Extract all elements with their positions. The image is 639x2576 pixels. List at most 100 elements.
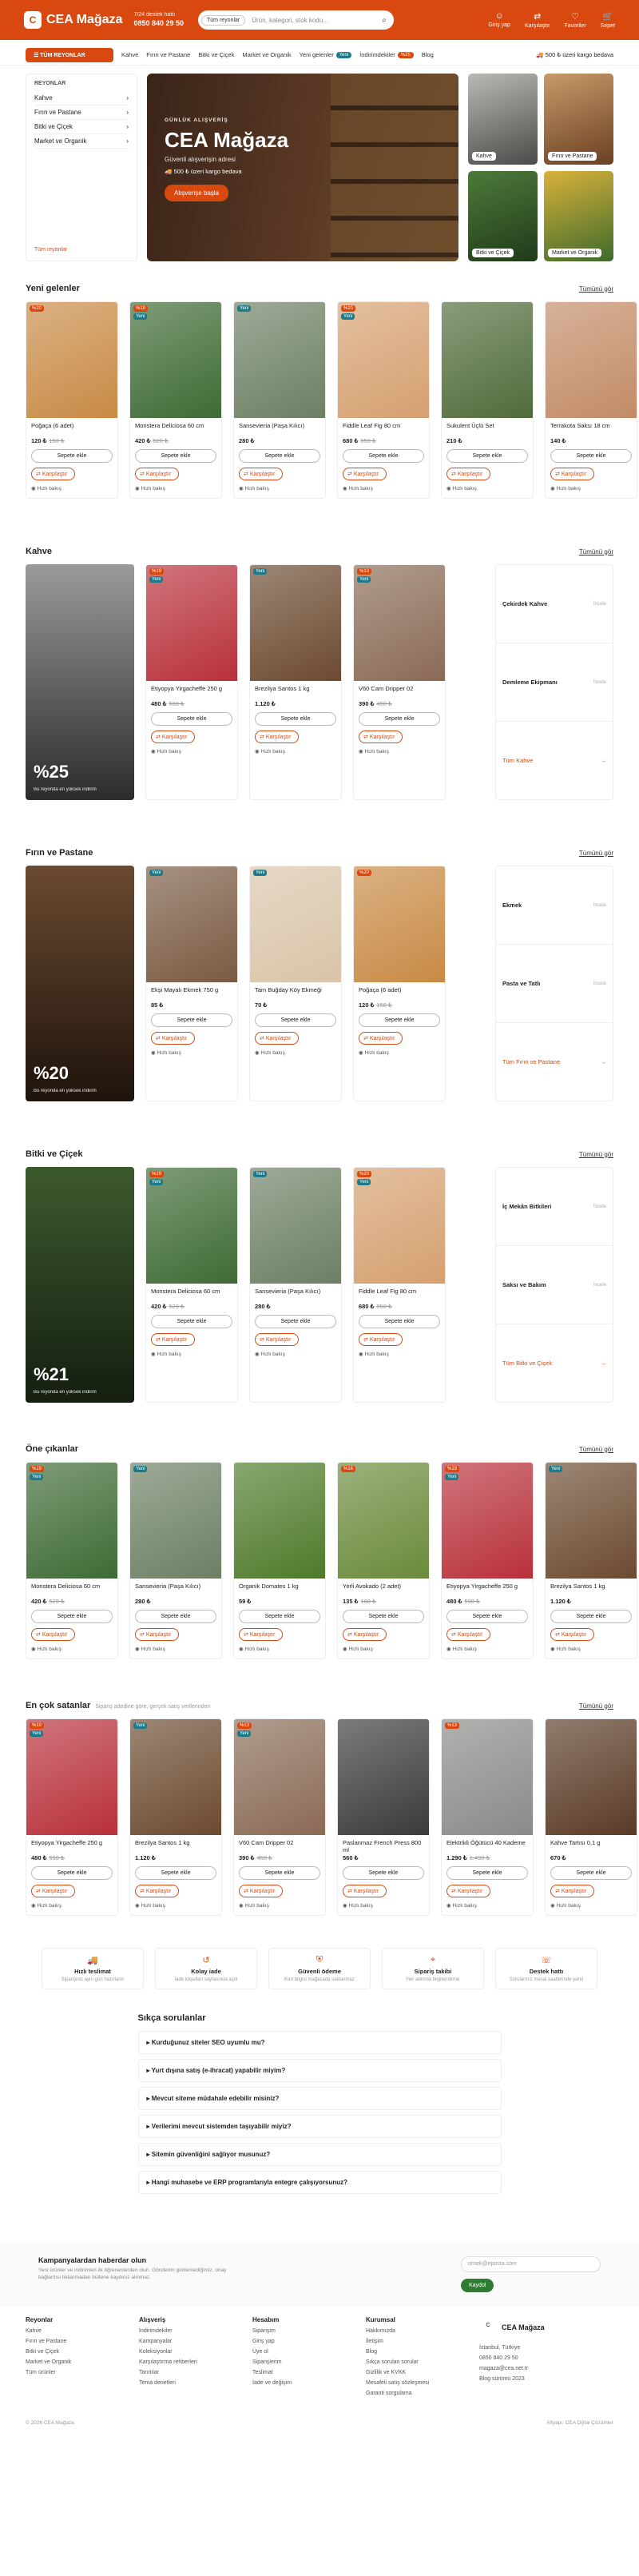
product-card[interactable]: Yeni Sansevieria (Paşa Kılıcı) 280 ₺ Sepete… bbox=[129, 1462, 222, 1659]
product-name[interactable]: Organik Domates 1 kg bbox=[234, 1579, 325, 1598]
footer-link[interactable]: Kampanyalar bbox=[139, 2339, 252, 2344]
product-card[interactable]: Paslanmaz French Press 800 ml 560 ₺ Sepete… bbox=[337, 1718, 430, 1916]
sepet-action[interactable]: 🛒 Sepet bbox=[601, 11, 615, 29]
product-name[interactable]: Monstera Deliciosa 60 cm bbox=[146, 1284, 237, 1303]
product-image[interactable]: %13 bbox=[442, 1719, 533, 1835]
subcategory-link[interactable]: Çekirdek Kahve İncele bbox=[496, 565, 613, 643]
add-to-cart-button[interactable]: Sepete ekle bbox=[31, 1610, 113, 1623]
product-card[interactable]: Sukulent Üçlü Set 210 ₺ Sepete ekle ⇄ Karşı… bbox=[441, 301, 534, 499]
product-card[interactable]: %20 Yeni Fiddle Leaf Fig 80 cm 680 ₺ 850 ₺ Se… bbox=[353, 1167, 446, 1403]
add-to-cart-button[interactable]: Sepete ekle bbox=[550, 1610, 632, 1623]
product-image[interactable]: %19 Yeni bbox=[26, 1463, 117, 1579]
compare-button[interactable]: ⇄ Karşılaştır bbox=[343, 468, 387, 480]
compare-button[interactable]: ⇄ Karşılaştır bbox=[343, 1885, 387, 1897]
product-image[interactable]: %19 Yeni bbox=[442, 1463, 533, 1579]
compare-button[interactable]: ⇄ Karşılaştır bbox=[31, 1628, 75, 1641]
product-card[interactable]: %19 Yeni Monstera Deliciosa 60 cm 420 ₺ 520 … bbox=[145, 1167, 238, 1403]
subcategory-link[interactable]: İç Mekân Bitkileri İncele bbox=[496, 1168, 613, 1246]
add-to-cart-button[interactable]: Sepete ekle bbox=[31, 449, 113, 463]
coffee-promo-banner[interactable]: %25 Bu reyonda en yüksek indirim bbox=[26, 564, 134, 800]
compare-button[interactable]: ⇄ Karşılaştır bbox=[550, 1628, 594, 1641]
bakery-promo-banner[interactable]: %20 Bu reyonda en yüksek indirim bbox=[26, 866, 134, 1101]
product-image[interactable]: Yeni bbox=[250, 565, 341, 681]
support-phone[interactable]: 7/24 destek hattı 0850 840 29 50 bbox=[133, 12, 184, 28]
compare-button[interactable]: ⇄ Karşılaştır bbox=[135, 468, 179, 480]
plants-promo-banner[interactable]: %21 Bu reyonda en yüksek indirim bbox=[26, 1167, 134, 1403]
add-to-cart-button[interactable]: Sepete ekle bbox=[550, 449, 632, 463]
see-all-link[interactable]: Tümünü gör bbox=[579, 850, 613, 857]
quick-view-link[interactable]: ◉ Hızlı bakış bbox=[26, 1897, 117, 1915]
product-image[interactable]: Yeni bbox=[130, 1463, 221, 1579]
compare-button[interactable]: ⇄ Karşılaştır bbox=[359, 1032, 403, 1045]
add-to-cart-button[interactable]: Sepete ekle bbox=[255, 1315, 336, 1328]
product-card[interactable]: Yeni Tam Buğday Köy Ekmeği 70 ₺ Sepete ekle… bbox=[249, 866, 342, 1101]
nav-yeni[interactable]: Yeni gelenler Yeni bbox=[300, 51, 352, 58]
product-card[interactable]: %20 Yeni Fiddle Leaf Fig 80 cm 680 ₺ 850 ₺ Se… bbox=[337, 301, 430, 499]
product-card[interactable]: %19 Yeni Monstera Deliciosa 60 cm 420 ₺ 520 … bbox=[129, 301, 222, 499]
add-to-cart-button[interactable]: Sepete ekle bbox=[239, 1610, 320, 1623]
compare-button[interactable]: ⇄ Karşılaştır bbox=[550, 1885, 594, 1897]
quick-view-link[interactable]: ◉ Hızlı bakış bbox=[130, 1897, 221, 1915]
sidebar-item-market[interactable]: Market ve Organik › bbox=[34, 134, 129, 149]
all-departments-button[interactable]: ☰ TÜM REYONLAR bbox=[26, 47, 113, 62]
product-image[interactable] bbox=[546, 302, 637, 418]
compare-button[interactable]: ⇄ Karşılaştır bbox=[135, 1628, 179, 1641]
product-name[interactable]: Monstera Deliciosa 60 cm bbox=[26, 1579, 117, 1598]
category-tile-bitki[interactable]: Bitki ve Çiçek bbox=[468, 170, 538, 261]
product-card[interactable]: Organik Domates 1 kg 59 ₺ Sepete ekle ⇄ Kar… bbox=[233, 1462, 326, 1659]
see-all-link[interactable]: Tümünü gör bbox=[579, 1702, 613, 1710]
compare-button[interactable]: ⇄ Karşılaştır bbox=[31, 1885, 75, 1897]
footer-link[interactable]: Mesafeli satış sözleşmesi bbox=[366, 2380, 479, 2386]
footer-link[interactable]: Üye ol bbox=[252, 2349, 366, 2355]
product-card[interactable]: Terrakota Saksı 18 cm 140 ₺ Sepete ekle ⇄ K… bbox=[545, 301, 637, 499]
add-to-cart-button[interactable]: Sepete ekle bbox=[343, 1610, 424, 1623]
footer-link[interactable]: Siparişim bbox=[252, 2328, 366, 2334]
compare-button[interactable]: ⇄ Karşılaştır bbox=[255, 731, 299, 743]
add-to-cart-button[interactable]: Sepete ekle bbox=[135, 1610, 216, 1623]
hero-cta-button[interactable]: Alışverişe başla bbox=[165, 185, 229, 201]
product-name[interactable]: Paslanmaz French Press 800 ml bbox=[338, 1835, 429, 1854]
product-name[interactable]: Poğaça (6 adet) bbox=[354, 982, 445, 1001]
product-image[interactable]: %20 bbox=[354, 866, 445, 982]
footer-link[interactable]: Garanti sorgulama bbox=[366, 2391, 479, 2396]
footer-link[interactable]: Market ve Organik bbox=[26, 2359, 139, 2365]
faq-item[interactable]: ▸ Verilerimi mevcut sistemden taşıyabili… bbox=[137, 2115, 502, 2138]
footer-logo[interactable]: C CEA Mağaza bbox=[479, 2316, 593, 2339]
product-card[interactable]: %19 Yeni Monstera Deliciosa 60 cm 420 ₺ 520 … bbox=[26, 1462, 118, 1659]
department-all-link[interactable]: Tüm Fırın ve Pastane → bbox=[496, 1023, 613, 1101]
footer-link[interactable]: Sıkça sorulan sorular bbox=[366, 2359, 479, 2365]
quick-view-link[interactable]: ◉ Hızlı bakış bbox=[146, 743, 237, 761]
product-name[interactable]: Tam Buğday Köy Ekmeği bbox=[250, 982, 341, 1001]
nav-kahve[interactable]: Kahve bbox=[121, 51, 138, 58]
sidebar-all-link[interactable]: Tüm reyonlar bbox=[34, 247, 67, 253]
product-image[interactable]: Yeni bbox=[130, 1719, 221, 1835]
quick-view-link[interactable]: ◉ Hızlı bakış bbox=[354, 1346, 445, 1364]
sidebar-item-bitki[interactable]: Bitki ve Çiçek › bbox=[34, 120, 129, 134]
see-all-link[interactable]: Tümünü gör bbox=[579, 1151, 613, 1158]
compare-button[interactable]: ⇄ Karşılaştır bbox=[255, 1333, 299, 1346]
compare-button[interactable]: ⇄ Karşılaştır bbox=[447, 1885, 490, 1897]
sidebar-item-firin[interactable]: Fırın ve Pastane › bbox=[34, 106, 129, 120]
karşılaştır-action[interactable]: ⇄ Karşılaştır bbox=[525, 11, 550, 29]
quick-view-link[interactable]: ◉ Hızlı bakış bbox=[250, 1045, 341, 1062]
product-name[interactable]: V60 Cam Dripper 02 bbox=[234, 1835, 325, 1854]
product-card[interactable]: Yeni Ekşi Mayalı Ekmek 750 g 85 ₺ Sepete ek… bbox=[145, 866, 238, 1101]
product-name[interactable]: Brezilya Santos 1 kg bbox=[250, 681, 341, 700]
add-to-cart-button[interactable]: Sepete ekle bbox=[447, 449, 528, 463]
add-to-cart-button[interactable]: Sepete ekle bbox=[447, 1610, 528, 1623]
quick-view-link[interactable]: ◉ Hızlı bakış bbox=[146, 1045, 237, 1062]
add-to-cart-button[interactable]: Sepete ekle bbox=[255, 712, 336, 726]
footer-link[interactable]: Kahve bbox=[26, 2328, 139, 2334]
add-to-cart-button[interactable]: Sepete ekle bbox=[550, 1866, 632, 1880]
quick-view-link[interactable]: ◉ Hızlı bakış bbox=[546, 480, 637, 498]
footer-link[interactable]: Fırın ve Pastane bbox=[26, 2339, 139, 2344]
add-to-cart-button[interactable]: Sepete ekle bbox=[151, 1013, 232, 1027]
faq-item[interactable]: ▸ Mevcut siteme müdahale edebilir misini… bbox=[137, 2087, 502, 2110]
product-image[interactable]: Yeni bbox=[250, 866, 341, 982]
department-all-link[interactable]: Tüm Bitki ve Çiçek → bbox=[496, 1324, 613, 1402]
quick-view-link[interactable]: ◉ Hızlı bakış bbox=[146, 1346, 237, 1364]
footer-link[interactable]: Teslimat bbox=[252, 2370, 366, 2375]
add-to-cart-button[interactable]: Sepete ekle bbox=[447, 1866, 528, 1880]
newsletter-submit-button[interactable]: Kaydol bbox=[461, 2279, 494, 2292]
footer-link[interactable]: Tüm ürünler bbox=[26, 2370, 139, 2375]
